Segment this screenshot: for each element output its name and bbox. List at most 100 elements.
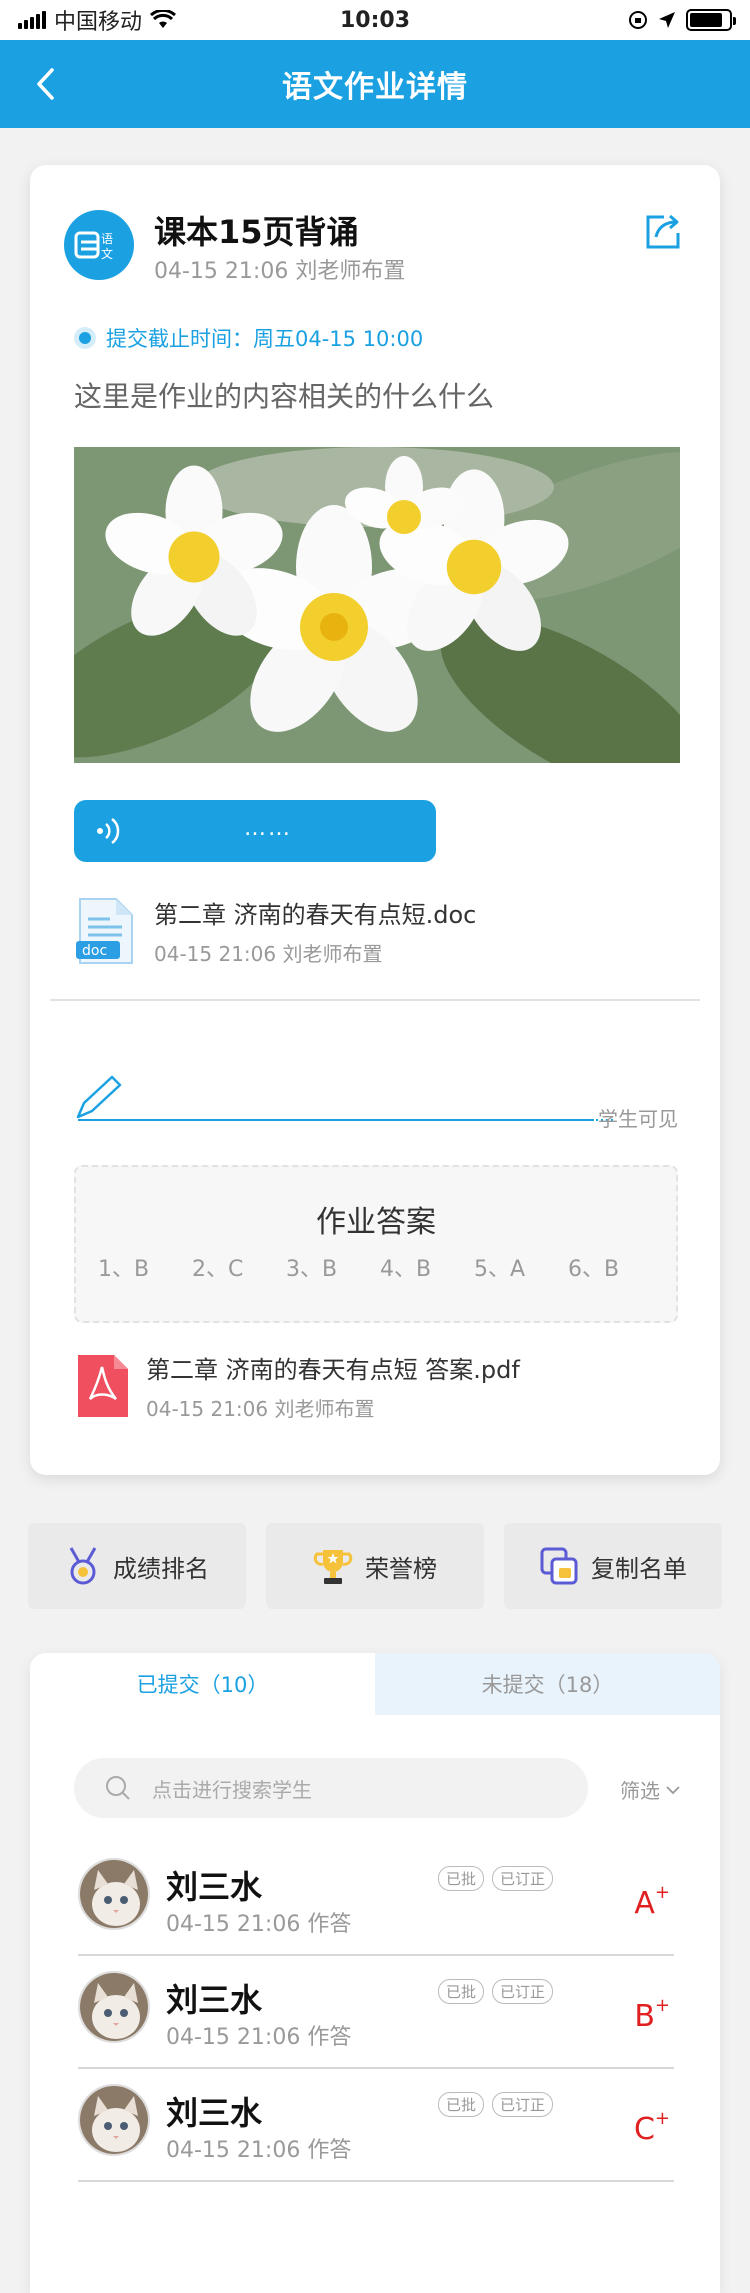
action-bar: 成绩排名 荣誉榜 复制名单 [28,1523,722,1609]
sound-wave-icon [97,818,120,844]
assignment-content: 这里是作业的内容相关的什么什么 [74,380,495,413]
row-divider [78,1954,674,1956]
student-meta: 04-15 21:06 作答 [166,2025,352,2050]
avatar [78,1971,150,2043]
status-badge: 已批 [438,1866,485,1891]
answer-item: 5、A [474,1257,526,1282]
share-button[interactable] [642,211,684,253]
subject-icon: 语 文 [64,210,134,280]
submission-list-card: 已提交（10） 未提交（18） 点击进行搜索学生 筛选 刘三水 04-15 21… [30,1653,720,2293]
rotation-lock-icon [629,11,647,29]
answer-item: 1、B [98,1257,150,1282]
grade-modifier: + [654,1882,670,1903]
student-name: 刘三水 [166,1868,263,1906]
flower-image [74,447,680,763]
action-label: 成绩排名 [113,1554,209,1583]
audio-player[interactable]: …… [74,800,436,862]
grade-letter: B [634,1999,655,2034]
student-meta: 04-15 21:06 作答 [166,1912,352,1937]
answer-attachment-name: 第二章 济南的春天有点短 答案.pdf [146,1356,520,1384]
pencil-icon [76,1075,614,1121]
medal-icon [69,1547,97,1585]
deadline-dot-icon [74,327,96,349]
answer-box: 作业答案 1、B 2、C 3、B 4、B 5、A 6、B [74,1165,678,1323]
deadline: 提交截止时间：周五04-15 10:00 [74,323,423,353]
book-icon: 语 文 [74,231,113,261]
action-label: 荣誉榜 [365,1554,437,1583]
assignment-title: 课本15页背诵 [154,213,359,251]
status-left: 中国移动 [18,4,177,36]
tab-submitted[interactable]: 已提交（10） [30,1653,375,1715]
honor-roll-button[interactable]: 荣誉榜 [266,1523,484,1609]
answer-item: 4、B [380,1257,432,1282]
chevron-left-icon [37,68,54,100]
kitten-avatar-icon [80,1860,148,1928]
grade-letter: C [633,2112,655,2147]
student-row[interactable]: 刘三水 04-15 21:06 作答 已批 已订正 B+ [74,1971,674,2083]
attachment-pdf[interactable]: 第二章 济南的春天有点短 答案.pdf 04-15 21:06 刘老师布置 [74,1350,520,1422]
status-badge: 已批 [438,1979,485,2004]
attachment-meta: 04-15 21:06 刘老师布置 [154,942,383,966]
filter-label: 筛选 [620,1779,660,1803]
doc-type-label: doc [82,943,107,959]
search-icon [106,1776,130,1800]
status-right [628,9,736,31]
grade-modifier: + [654,2108,670,2129]
grade: B+ [634,1995,670,2034]
visibility-label: 学生可见 [598,1107,678,1131]
answer-item: 6、B [568,1257,620,1282]
attachment-name: 第二章 济南的春天有点短.doc [154,901,477,929]
student-meta: 04-15 21:06 作答 [166,2138,352,2163]
doc-file-icon: doc [76,898,133,964]
tab-not-submitted[interactable]: 未提交（18） [375,1653,720,1715]
nav-bar: 语文作业详情 [0,40,750,128]
search-input[interactable]: 点击进行搜索学生 [74,1758,588,1818]
grade: A+ [634,1882,670,1921]
answer-title: 作业答案 [316,1205,436,1240]
submission-tabs: 已提交（10） 未提交（18） [30,1653,720,1715]
wifi-icon [150,10,177,28]
grade-modifier: + [654,1995,670,2016]
answer-item: 2、C [192,1257,244,1282]
page-title: 语文作业详情 [282,70,468,105]
share-icon [646,214,680,249]
copy-icon [540,1547,578,1585]
row-divider [78,2067,674,2069]
status-badges: 已批 已订正 [438,2092,554,2117]
action-label: 复制名单 [591,1554,687,1583]
student-row[interactable]: 刘三水 04-15 21:06 作答 已批 已订正 C+ [74,2084,674,2196]
chevron-down-icon [666,1785,680,1794]
attachment-doc[interactable]: doc 第二章 济南的春天有点短.doc 04-15 21:06 刘老师布置 [74,895,476,967]
kitten-avatar-icon [80,1973,148,2041]
pdf-file-icon [78,1355,128,1417]
signal-icon [18,11,46,29]
student-row[interactable]: 刘三水 04-15 21:06 作答 已批 已订正 A+ [74,1858,674,1970]
section-divider [50,999,700,1001]
filter-button[interactable]: 筛选 [620,1775,680,1804]
avatar [78,1858,150,1930]
grade: C+ [633,2108,670,2147]
answer-attachment-meta: 04-15 21:06 刘老师布置 [146,1397,375,1421]
back-button[interactable] [24,62,68,106]
kitten-avatar-icon [80,2086,148,2154]
deadline-text: 提交截止时间：周五04-15 10:00 [106,327,424,351]
svg-text:语: 语 [101,232,113,246]
answer-edit-area[interactable] [74,1075,614,1129]
answer-item: 3、B [286,1257,338,1282]
answer-list: 1、B 2、C 3、B 4、B 5、A 6、B [98,1251,662,1283]
student-name: 刘三水 [166,2094,263,2132]
location-icon [659,12,675,28]
grade-letter: A [634,1886,655,1921]
status-badges: 已批 已订正 [438,1866,554,1891]
audio-duration: …… [244,816,292,841]
battery-icon [686,9,736,31]
copy-list-button[interactable]: 复制名单 [504,1523,722,1609]
carrier-label: 中国移动 [54,10,143,35]
status-badge: 已订正 [492,2092,554,2117]
assignment-meta: 04-15 21:06 刘老师布置 [154,259,406,284]
score-ranking-button[interactable]: 成绩排名 [28,1523,246,1609]
status-badge: 已批 [438,2092,485,2117]
status-badge: 已订正 [492,1979,554,2004]
assignment-image[interactable] [74,447,680,763]
row-divider [78,2180,674,2182]
